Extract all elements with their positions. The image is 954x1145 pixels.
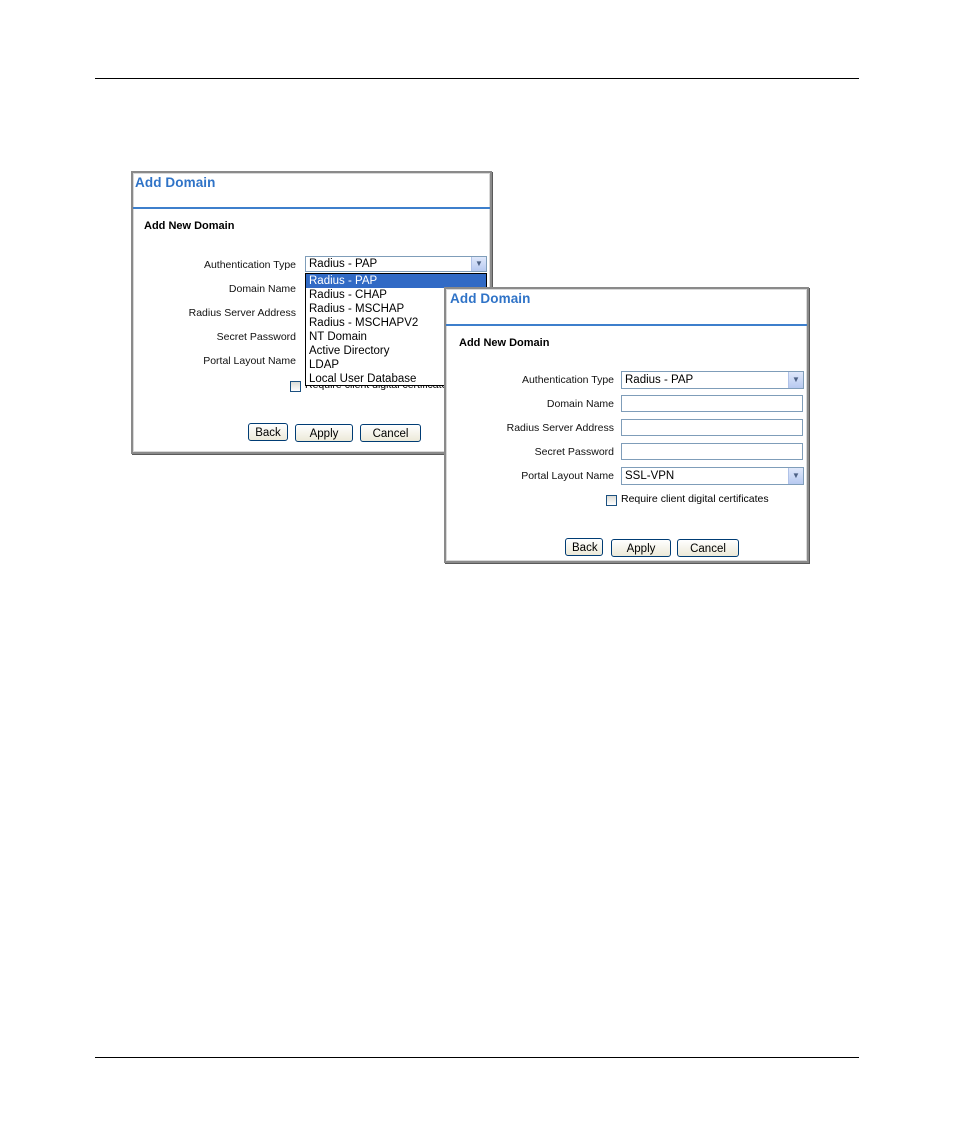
- title-divider: [446, 324, 807, 326]
- title-divider: [133, 207, 490, 209]
- back-button[interactable]: Back: [565, 538, 603, 556]
- panel-subtitle: Add New Domain: [144, 220, 235, 232]
- auth-type-value: Radius - PAP: [625, 374, 694, 386]
- domain-name-label: Domain Name: [546, 398, 614, 410]
- portal-layout-label: Portal Layout Name: [521, 470, 614, 482]
- page-top-rule: [95, 78, 859, 79]
- back-button[interactable]: Back: [248, 423, 288, 441]
- dropdown-option[interactable]: Radius - PAP: [306, 274, 486, 288]
- portal-layout-value: SSL-VPN: [625, 470, 675, 482]
- radius-server-label: Radius Server Address: [506, 422, 614, 434]
- panel-subtitle: Add New Domain: [459, 337, 550, 349]
- radius-server-field[interactable]: [621, 419, 803, 436]
- secret-password-field[interactable]: [621, 443, 803, 460]
- secret-password-label: Secret Password: [534, 446, 614, 458]
- client-cert-checkbox[interactable]: [606, 495, 617, 506]
- auth-type-select[interactable]: Radius - PAP ▼: [305, 256, 487, 272]
- panel-title: Add Domain: [450, 291, 531, 306]
- portal-layout-select[interactable]: SSL-VPN ▼: [621, 467, 804, 485]
- radius-server-label: Radius Server Address: [188, 307, 296, 319]
- apply-button[interactable]: Apply: [611, 539, 671, 557]
- add-domain-panel-back: Add Domain Add New Domain Authentication…: [131, 171, 492, 454]
- auth-type-label: Authentication Type: [203, 259, 296, 271]
- auth-type-select[interactable]: Radius - PAP ▼: [621, 371, 804, 389]
- portal-layout-label: Portal Layout Name: [203, 355, 296, 367]
- panel-title: Add Domain: [135, 175, 216, 190]
- domain-name-label: Domain Name: [228, 283, 296, 295]
- chevron-down-icon[interactable]: ▼: [788, 468, 803, 484]
- add-domain-panel-front: Add Domain Add New Domain Authentication…: [444, 287, 809, 563]
- chevron-down-icon[interactable]: ▼: [788, 372, 803, 388]
- domain-name-field[interactable]: [621, 395, 803, 412]
- apply-button[interactable]: Apply: [295, 424, 353, 442]
- secret-password-label: Secret Password: [216, 331, 296, 343]
- auth-type-label: Authentication Type: [521, 374, 614, 386]
- cancel-button[interactable]: Cancel: [677, 539, 739, 557]
- cancel-button[interactable]: Cancel: [360, 424, 421, 442]
- client-cert-label: Require client digital certificates: [621, 493, 769, 505]
- client-cert-checkbox[interactable]: [290, 381, 301, 392]
- auth-type-value: Radius - PAP: [309, 258, 378, 270]
- chevron-down-icon[interactable]: ▼: [471, 257, 486, 271]
- page-bottom-rule: [95, 1057, 859, 1058]
